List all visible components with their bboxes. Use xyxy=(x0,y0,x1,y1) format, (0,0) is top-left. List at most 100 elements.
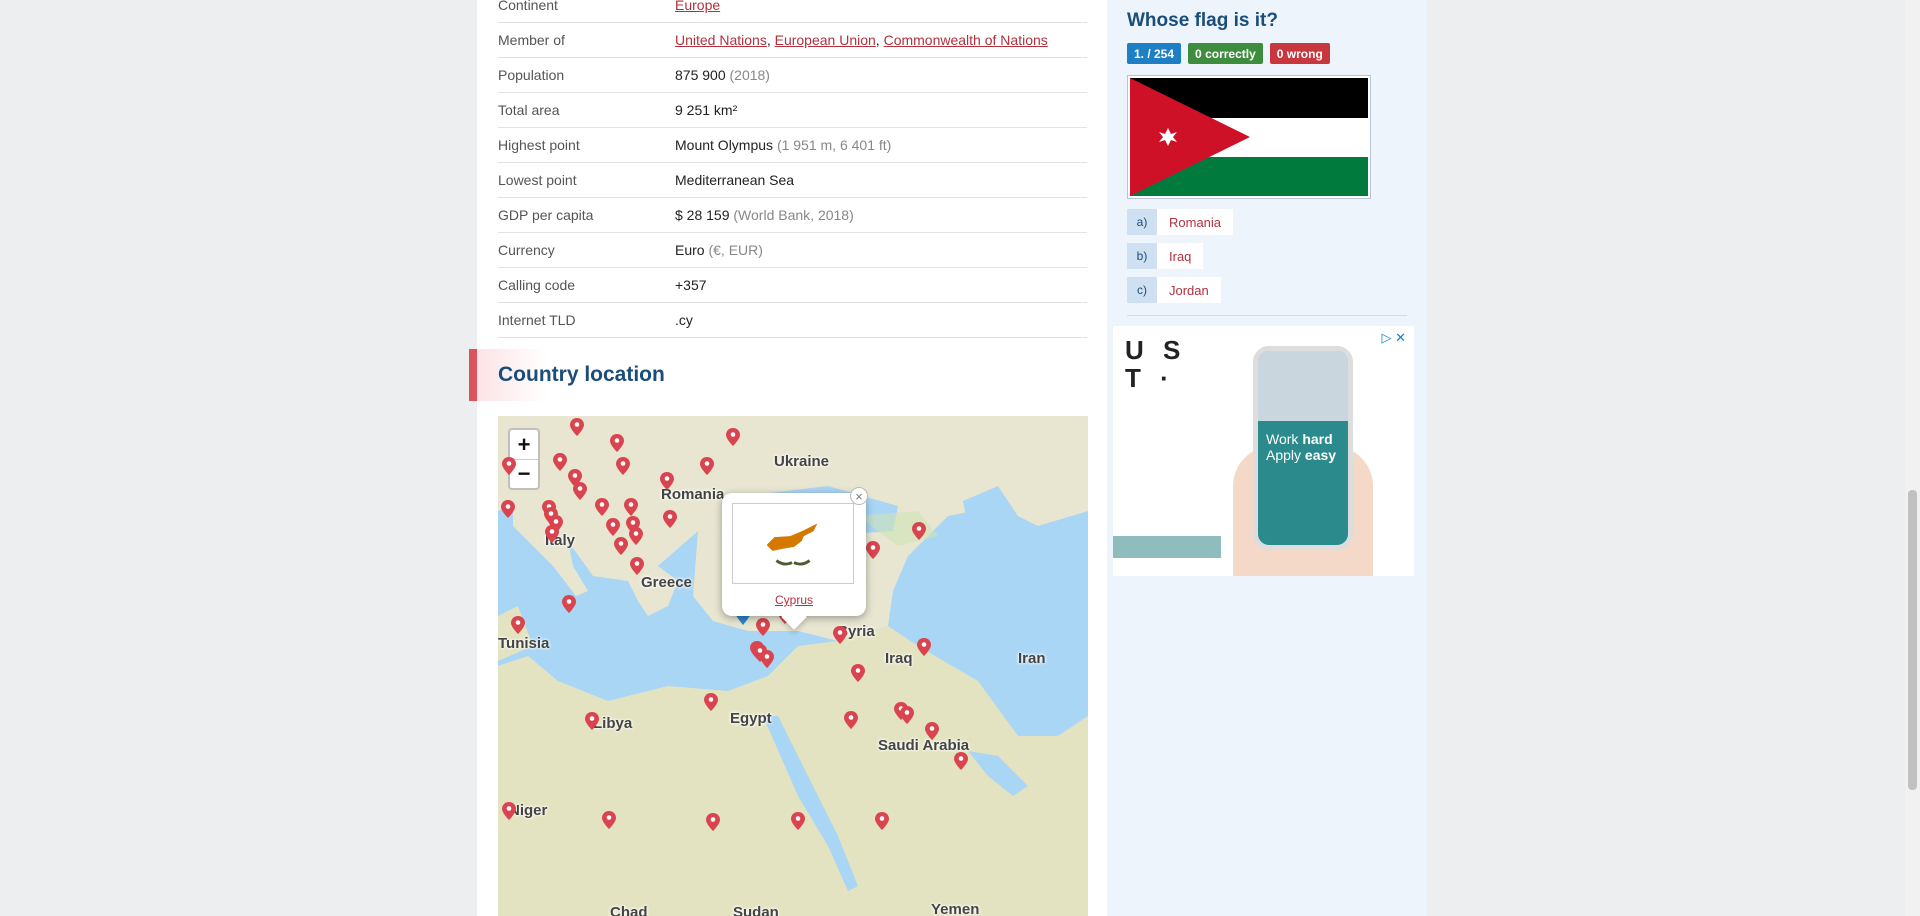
ad-logo-line2: T · xyxy=(1125,363,1175,393)
answer-option-a[interactable]: a) Romania xyxy=(1127,209,1234,235)
map-marker-icon[interactable] xyxy=(570,418,584,436)
fact-row-calling-code: Calling code +357 xyxy=(498,268,1087,303)
map-marker-icon[interactable] xyxy=(760,650,774,668)
map-marker-icon[interactable] xyxy=(616,457,630,475)
facts-table: Continent Europe Member of United Nation… xyxy=(498,0,1087,338)
map-label-egypt: Egypt xyxy=(730,710,772,727)
sidebar-divider xyxy=(1127,315,1407,316)
map-marker-icon[interactable] xyxy=(912,522,926,540)
map-marker-icon[interactable] xyxy=(866,541,880,559)
ad-close-icon[interactable]: ✕ xyxy=(1395,330,1406,345)
country-map[interactable]: + − Ukraine Romania Italy Greece Tunisia… xyxy=(498,416,1088,916)
calling-code-value: +357 xyxy=(675,277,707,293)
member-link-commonwealth[interactable]: Commonwealth of Nations xyxy=(884,32,1048,48)
wrong-badge: 0 wrong xyxy=(1269,43,1330,64)
lowest-point-value: Mediterranean Sea xyxy=(675,172,795,188)
map-marker-icon[interactable] xyxy=(606,518,620,536)
map-marker-icon[interactable] xyxy=(614,537,628,555)
map-marker-icon[interactable] xyxy=(585,712,599,730)
section-header: Country location xyxy=(469,349,769,401)
map-marker-icon[interactable] xyxy=(660,472,674,490)
answer-text[interactable]: Iraq xyxy=(1157,243,1204,269)
map-marker-icon[interactable] xyxy=(726,428,740,446)
fact-row-population: Population 875 900 (2018) xyxy=(498,58,1087,93)
quiz-answers: a) Romania b) Iraq c) Jordan xyxy=(1127,209,1234,311)
currency-code: (€, EUR) xyxy=(708,242,763,258)
map-marker-icon[interactable] xyxy=(954,752,968,770)
map-marker-icon[interactable] xyxy=(900,706,914,724)
wrong-count: 0 xyxy=(1276,46,1284,61)
fact-row-tld: Internet TLD .cy xyxy=(498,303,1087,338)
fact-row-currency: Currency Euro (€, EUR) xyxy=(498,233,1087,268)
gdp-value: $ 28 159 xyxy=(675,207,730,223)
fact-value: United Nations, European Union, Commonwe… xyxy=(675,32,1048,48)
answer-letter: b) xyxy=(1127,243,1157,269)
map-marker-icon[interactable] xyxy=(925,722,939,740)
map-marker-icon[interactable] xyxy=(791,812,805,830)
map-marker-icon[interactable] xyxy=(573,482,587,500)
member-link-eu[interactable]: European Union xyxy=(775,32,876,48)
fact-label: GDP per capita xyxy=(498,207,594,223)
map-label-chad: Chad xyxy=(610,904,648,916)
map-marker-icon[interactable] xyxy=(545,525,559,543)
fact-value: Mount Olympus (1 951 m, 6 401 ft) xyxy=(675,137,891,153)
map-marker-icon[interactable] xyxy=(706,813,720,831)
answer-text[interactable]: Jordan xyxy=(1157,277,1221,303)
ad-text-1: Work xyxy=(1266,431,1303,447)
fact-row-total-area: Total area 9 251 km² xyxy=(498,93,1087,128)
map-marker-icon[interactable] xyxy=(851,664,865,682)
fact-label: Total area xyxy=(498,102,560,118)
map-label-tunisia: Tunisia xyxy=(498,635,550,652)
answer-option-c[interactable]: c) Jordan xyxy=(1127,277,1233,303)
fact-row-member-of: Member of United Nations, European Union… xyxy=(498,23,1087,58)
area-value: 9 251 km² xyxy=(675,102,738,118)
answer-text[interactable]: Romania xyxy=(1157,209,1234,235)
member-link-un[interactable]: United Nations xyxy=(675,32,767,48)
map-marker-icon[interactable] xyxy=(610,434,624,452)
map-marker-icon[interactable] xyxy=(629,527,643,545)
wrong-label: wrong xyxy=(1286,46,1323,61)
answer-option-b[interactable]: b) Iraq xyxy=(1127,243,1233,269)
map-marker-icon[interactable] xyxy=(663,510,677,528)
section-title: Country location xyxy=(498,363,665,386)
map-marker-icon[interactable] xyxy=(833,626,847,644)
map-marker-icon[interactable] xyxy=(624,498,638,516)
map-marker-icon[interactable] xyxy=(502,457,516,475)
map-marker-icon[interactable] xyxy=(595,498,609,516)
jordan-flag xyxy=(1130,78,1368,196)
map-marker-icon[interactable] xyxy=(502,802,516,820)
zoom-in-button[interactable]: + xyxy=(510,430,538,459)
map-marker-icon[interactable] xyxy=(562,595,576,613)
map-marker-icon[interactable] xyxy=(511,616,525,634)
ad-logo: U ST · xyxy=(1125,336,1186,392)
fact-row-continent: Continent Europe xyxy=(498,0,1087,23)
map-marker-icon[interactable] xyxy=(917,638,931,656)
ad-choices-icon[interactable]: ▷ xyxy=(1381,330,1391,345)
map-marker-icon[interactable] xyxy=(875,812,889,830)
fact-row-highest-point: Highest point Mount Olympus (1 951 m, 6 … xyxy=(498,128,1087,163)
map-marker-icon[interactable] xyxy=(704,693,718,711)
map-marker-icon[interactable] xyxy=(553,453,567,471)
answer-letter: a) xyxy=(1127,209,1157,235)
map-marker-icon[interactable] xyxy=(756,618,770,636)
map-marker-icon[interactable] xyxy=(602,811,616,829)
map-marker-icon[interactable] xyxy=(700,457,714,475)
scrollbar-thumb[interactable] xyxy=(1908,490,1917,790)
progress-badge: 1. / 254 xyxy=(1127,43,1182,64)
map-label-yemen: Yemen xyxy=(931,901,980,916)
fact-label: Highest point xyxy=(498,137,580,153)
map-marker-icon[interactable] xyxy=(630,557,644,575)
continent-link[interactable]: Europe xyxy=(675,0,720,13)
quiz-badges: 1. / 254 0 correctly 0 wrong xyxy=(1127,43,1330,64)
fact-row-gdp: GDP per capita $ 28 159 (World Bank, 201… xyxy=(498,198,1087,233)
correct-count: 0 xyxy=(1195,46,1202,61)
ad-phone-image: Work hard Apply easy xyxy=(1253,346,1353,550)
map-marker-icon[interactable] xyxy=(844,711,858,729)
ad-controls: ▷ ✕ xyxy=(1381,330,1406,346)
advertisement[interactable]: U ST · ▷ ✕ Work hard Apply easy xyxy=(1113,326,1414,576)
fact-label: Lowest point xyxy=(498,172,577,188)
map-label-ukraine: Ukraine xyxy=(774,453,830,470)
map-marker-icon[interactable] xyxy=(501,500,515,518)
population-year: (2018) xyxy=(729,67,770,83)
page-scrollbar[interactable] xyxy=(1905,0,1920,916)
